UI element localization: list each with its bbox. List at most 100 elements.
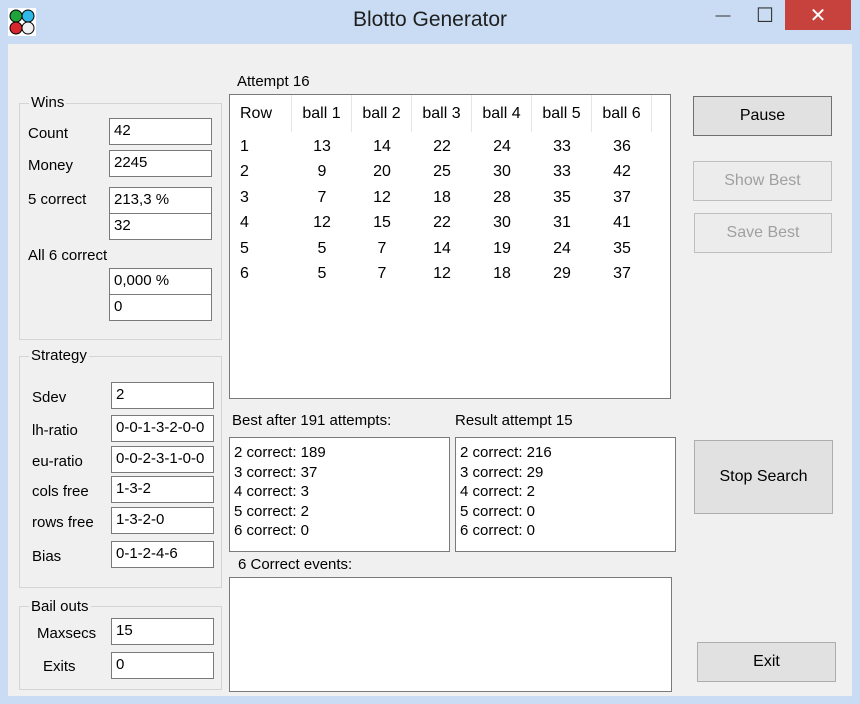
six-correct-pct-field[interactable]: 0,000 % [109,268,212,295]
ball-cell: 14 [373,137,391,155]
money-field[interactable]: 2245 [109,150,212,177]
five-correct-pct-field[interactable]: 213,3 % [109,187,212,214]
row-cell: 1 [240,137,249,155]
ball-cell: 37 [613,188,631,206]
ball-cell: 5 [317,239,327,257]
minimize-button[interactable]: — [703,0,743,30]
ball-cell: 30 [493,213,511,231]
ball-cell: 33 [553,137,571,155]
list-item: 6 correct: 0 [460,522,536,539]
bailouts-group-label: Bail outs [29,598,91,615]
list-item: 2 correct: 216 [460,444,552,461]
exits-field[interactable]: 0 [111,652,214,679]
table-row[interactable]: 2 9 20 25 30 33 42 [230,159,652,184]
attempt-grid[interactable]: Row ball 1 ball 2 ball 3 ball 4 ball 5 b… [229,94,671,399]
exit-button[interactable]: Exit [697,642,836,682]
table-row[interactable]: 1 13 14 22 24 33 36 [230,134,652,159]
show-best-button[interactable]: Show Best [693,161,832,201]
ball-cell: 35 [613,239,631,257]
cols-free-field[interactable]: 1-3-2 [111,476,214,503]
bias-label: Bias [32,548,62,565]
sdev-label: Sdev [32,389,67,406]
six-correct-count-field[interactable]: 0 [109,294,212,321]
ball-cell: 18 [493,264,511,282]
list-item: 3 correct: 37 [234,463,318,481]
best-results-list[interactable]: 2 correct: 189 3 correct: 37 4 correct: … [229,437,450,552]
money-label: Money [28,157,74,174]
exits-label: Exits [43,658,76,675]
ball-cell: 7 [377,264,387,282]
cols-free-label: cols free [32,483,89,500]
ball-cell: 29 [553,264,571,282]
maxsecs-field[interactable]: 15 [111,618,214,645]
events-label: 6 Correct events: [238,556,353,573]
grid-header: Row ball 1 ball 2 ball 3 ball 4 ball 5 b… [230,95,652,132]
ball-cell: 31 [553,213,571,231]
count-field[interactable]: 42 [109,118,212,145]
rows-free-label: rows free [32,514,94,531]
row-cell: 4 [240,213,249,231]
minimize-icon: — [715,6,731,24]
ball-cell: 18 [433,188,451,206]
ball-cell: 36 [613,137,631,155]
eu-ratio-label: eu-ratio [32,453,83,470]
events-list[interactable] [229,577,672,692]
maximize-icon: ☐ [756,4,774,27]
list-item: 2 correct: 189 [234,444,326,461]
row-cell: 5 [240,239,249,257]
list-item: 4 correct: 3 [234,483,310,500]
close-button[interactable]: ✕ [785,0,851,30]
ball-cell: 15 [373,213,391,231]
stop-search-button[interactable]: Stop Search [694,440,833,514]
result-list[interactable]: 2 correct: 216 3 correct: 29 4 correct: … [455,437,676,552]
column-header[interactable]: ball 4 [472,95,532,132]
maximize-button[interactable]: ☐ [745,0,785,30]
lh-ratio-label: lh-ratio [32,422,78,439]
column-header[interactable]: ball 5 [532,95,592,132]
ball-cell: 22 [433,213,451,231]
table-row[interactable]: 6 5 7 12 18 29 37 [230,261,652,286]
column-header[interactable]: ball 1 [292,95,352,132]
lh-ratio-field[interactable]: 0-0-1-3-2-0-0 [111,415,214,442]
column-header[interactable]: ball 3 [412,95,472,132]
table-row[interactable]: 4 12 15 22 30 31 41 [230,210,652,235]
ball-cell: 20 [373,162,391,180]
ball-cell: 42 [613,162,631,180]
ball-cell: 7 [317,188,327,206]
sdev-field[interactable]: 2 [111,382,214,409]
ball-cell: 12 [433,264,451,282]
count-label: Count [28,125,69,142]
ball-cell: 33 [553,162,571,180]
column-header[interactable]: ball 6 [592,95,652,132]
ball-cell: 22 [433,137,451,155]
pause-button[interactable]: Pause [693,96,832,136]
ball-cell: 24 [493,137,511,155]
list-item: 5 correct: 2 [234,502,310,520]
ball-cell: 30 [493,162,511,180]
column-header[interactable]: ball 2 [352,95,412,132]
list-item: 3 correct: 29 [460,463,544,481]
ball-cell: 12 [313,213,331,231]
row-cell: 6 [240,264,249,282]
six-correct-label: All 6 correct [28,247,108,264]
rows-free-field[interactable]: 1-3-2-0 [111,507,214,534]
five-correct-count-field[interactable]: 32 [109,213,212,240]
ball-cell: 9 [317,162,327,180]
list-item: 6 correct: 0 [234,522,310,539]
row-cell: 2 [240,162,249,180]
save-best-button[interactable]: Save Best [694,213,832,253]
strategy-group-label: Strategy [29,347,89,364]
ball-cell: 37 [613,264,631,282]
wins-group-label: Wins [29,94,67,111]
table-row[interactable]: 3 7 12 18 28 35 37 [230,185,652,210]
eu-ratio-field[interactable]: 0-0-2-3-1-0-0 [111,446,214,473]
ball-cell: 7 [377,239,387,257]
row-cell: 3 [240,188,249,206]
table-row[interactable]: 5 5 7 14 19 24 35 [230,236,652,261]
ball-cell: 5 [317,264,327,282]
bias-field[interactable]: 0-1-2-4-6 [111,541,214,568]
column-header[interactable]: Row [230,95,292,132]
five-correct-label: 5 correct [28,191,87,208]
list-item: 4 correct: 2 [460,483,536,500]
ball-cell: 19 [493,239,511,257]
